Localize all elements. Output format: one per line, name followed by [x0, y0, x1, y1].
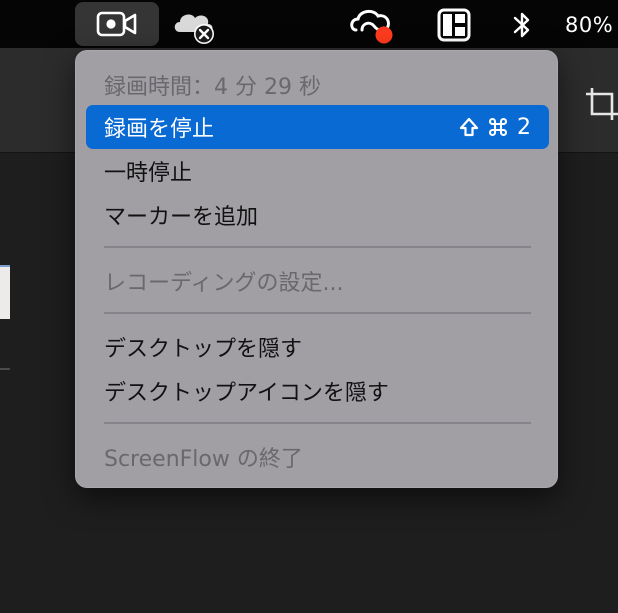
- recording-settings-menu-item[interactable]: レコーディングの設定...: [86, 259, 549, 303]
- menu-separator: [104, 312, 531, 314]
- recording-time-text: 録画時間：4 分 29 秒: [104, 75, 321, 100]
- screen-recorder-icon[interactable]: [75, 2, 159, 46]
- bluetooth-icon[interactable]: [505, 4, 539, 46]
- crop-icon[interactable]: [584, 86, 618, 126]
- hide-desktop-menu-item[interactable]: デスクトップを隠す: [86, 325, 549, 369]
- stop-recording-shortcut: 2: [459, 115, 531, 140]
- stop-recording-menu-item[interactable]: 録画を停止 2: [86, 105, 549, 149]
- menu-separator: [104, 422, 531, 424]
- hide-desktop-icons-label: デスクトップアイコンを隠す: [104, 381, 389, 406]
- hide-desktop-label: デスクトップを隠す: [104, 337, 303, 362]
- creative-cloud-icon[interactable]: [348, 4, 396, 46]
- battery-percentage[interactable]: 80%: [565, 4, 618, 46]
- cloud-icon[interactable]: [170, 4, 220, 46]
- shortcut-key: 2: [517, 114, 531, 140]
- shift-key-icon: [459, 117, 479, 137]
- recording-settings-label: レコーディングの設定...: [104, 271, 344, 296]
- quit-label: ScreenFlow の終了: [104, 447, 303, 472]
- screenflow-menu: 録画時間：4 分 29 秒 録画を停止 2 一時停止 マーカーを追加 レコーディ…: [75, 50, 558, 488]
- quit-screenflow-menu-item[interactable]: ScreenFlow の終了: [86, 435, 549, 479]
- menu-separator: [104, 246, 531, 248]
- hide-desktop-icons-menu-item[interactable]: デスクトップアイコンを隠す: [86, 369, 549, 413]
- pause-label: 一時停止: [104, 161, 193, 186]
- clip-thumbnail[interactable]: [0, 265, 10, 319]
- divider: [0, 368, 10, 370]
- command-key-icon: [488, 117, 508, 137]
- add-marker-label: マーカーを追加: [104, 205, 259, 230]
- pause-menu-item[interactable]: 一時停止: [86, 149, 549, 193]
- recording-time-label: 録画時間：4 分 29 秒: [86, 63, 549, 107]
- menu-bar: 80%: [0, 0, 618, 48]
- stop-recording-label: 録画を停止: [104, 117, 215, 142]
- add-marker-menu-item[interactable]: マーカーを追加: [86, 193, 549, 237]
- window-layout-icon[interactable]: [432, 4, 476, 46]
